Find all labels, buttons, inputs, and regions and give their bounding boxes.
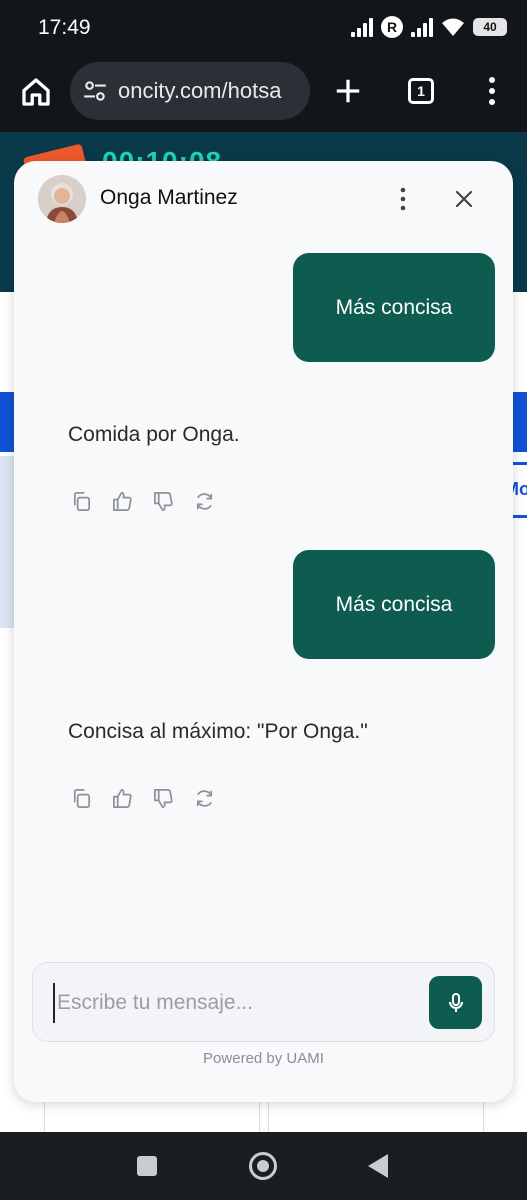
message-actions bbox=[70, 787, 216, 810]
agent-name: Onga Martinez bbox=[100, 186, 238, 209]
plus-icon[interactable] bbox=[333, 76, 363, 106]
more-vert-icon[interactable] bbox=[392, 185, 414, 213]
message-actions bbox=[70, 490, 216, 513]
assistant-message: Concisa al máximo: "Por Onga." bbox=[68, 720, 368, 743]
more-vert-icon[interactable] bbox=[480, 74, 504, 108]
signal-icon bbox=[411, 17, 433, 37]
user-message-bubble: Más concisa bbox=[293, 550, 495, 659]
refresh-icon[interactable] bbox=[193, 490, 216, 513]
assistant-message: Comida por Onga. bbox=[68, 423, 240, 446]
message-input[interactable] bbox=[53, 983, 423, 1023]
wifi-icon bbox=[442, 18, 464, 36]
signal-icon bbox=[351, 17, 373, 37]
copy-icon[interactable] bbox=[70, 787, 93, 810]
chat-panel: Onga Martinez Más concisa Comida por Ong… bbox=[14, 161, 513, 1102]
close-icon[interactable] bbox=[450, 185, 478, 213]
message-composer bbox=[32, 962, 495, 1042]
status-time: 17:49 bbox=[38, 16, 91, 39]
mic-button[interactable] bbox=[429, 976, 482, 1029]
recents-icon[interactable] bbox=[137, 1156, 157, 1176]
mic-icon bbox=[448, 992, 463, 1012]
r-badge-icon: R bbox=[381, 16, 403, 38]
user-message-bubble: Más concisa bbox=[293, 253, 495, 362]
copy-icon[interactable] bbox=[70, 490, 93, 513]
home-icon[interactable] bbox=[18, 74, 54, 110]
status-icons: R 40 bbox=[351, 16, 507, 38]
message-text: Más concisa bbox=[335, 295, 453, 319]
message-text: Más concisa bbox=[335, 592, 453, 616]
home-circle-icon[interactable] bbox=[249, 1152, 277, 1180]
thumbs-up-icon[interactable] bbox=[111, 490, 134, 513]
thumbs-up-icon[interactable] bbox=[111, 787, 134, 810]
refresh-icon[interactable] bbox=[193, 787, 216, 810]
agent-portrait bbox=[38, 175, 86, 223]
chat-header: Onga Martinez bbox=[14, 161, 513, 237]
thumbs-down-icon[interactable] bbox=[152, 787, 175, 810]
status-bar: 17:49 R 40 bbox=[0, 0, 527, 56]
powered-by: Powered by UAMI bbox=[203, 1050, 324, 1067]
battery-icon: 40 bbox=[473, 18, 507, 36]
browser-toolbar: oncity.com/hotsa 1 bbox=[0, 56, 527, 132]
thumbs-down-icon[interactable] bbox=[152, 490, 175, 513]
tabs-button[interactable]: 1 bbox=[408, 78, 434, 104]
avatar bbox=[38, 175, 86, 223]
url-text: oncity.com/hotsa bbox=[118, 78, 282, 103]
android-nav-bar bbox=[0, 1132, 527, 1200]
back-triangle-icon[interactable] bbox=[368, 1154, 388, 1178]
address-bar[interactable]: oncity.com/hotsa bbox=[70, 62, 310, 120]
tune-icon[interactable] bbox=[82, 78, 108, 104]
